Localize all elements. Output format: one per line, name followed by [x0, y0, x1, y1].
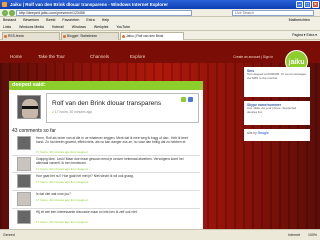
status-time: 17 hours, 40 minutes ago	[54, 110, 93, 114]
comment-text: Hoe gaat het nu? Hoe gaat het met je? Ni…	[36, 174, 134, 178]
divider	[12, 172, 200, 173]
menu-bar: Bestand Bewerken Beeld Favorieten Extra …	[0, 17, 320, 24]
web-page: Home Take the Tour Channels Explore Crea…	[0, 41, 320, 229]
menu-item-favorites[interactable]: Favorieten	[62, 18, 79, 22]
sidebar-skype-body: Use Jaiku via your phone. Supported devi…	[247, 106, 297, 114]
sidebar-skype-box: Skype name/nummer Use Jaiku via your pho…	[244, 101, 310, 125]
avatar-face	[22, 99, 38, 118]
menu-item-edit[interactable]: Bewerken	[23, 18, 39, 22]
status-text: Rolf van den Brink dlouar transparens	[52, 100, 162, 107]
comment-text: Grappig idee. Leuk! Maar doe maar gewoon…	[36, 157, 184, 166]
tab-blogger[interactable]: Blogger: Statistieken	[61, 32, 119, 40]
status-bar: Gereed Internet 100%	[0, 229, 320, 240]
address-bar: ‹ › http://deeped.jaiku.com/presence/123…	[0, 9, 320, 17]
clock-icon: ●	[52, 110, 54, 114]
links-label: Links	[3, 25, 12, 29]
comment-avatar[interactable]	[17, 174, 31, 188]
avatar[interactable]	[17, 95, 41, 119]
link-item[interactable]: Hotmail	[52, 25, 64, 29]
sidebar-sms-body: Text deeped at 0000000. Or send messages…	[247, 72, 307, 80]
nav-home[interactable]: Home	[10, 54, 22, 59]
app-icon	[2, 2, 7, 7]
star-icon[interactable]	[181, 97, 186, 102]
browser-window: Jaiku | Rolf van den Brink dlouar transp…	[0, 0, 320, 240]
window-controls: – □ ×	[296, 1, 319, 8]
minimize-icon[interactable]: –	[296, 1, 303, 8]
avatar-glasses	[22, 106, 38, 109]
window-title: Jaiku | Rolf van den Brink dlouar transp…	[10, 2, 168, 7]
menu-item-tools[interactable]: Extra	[86, 18, 94, 22]
account-links[interactable]: Create an account | Sign in	[233, 55, 273, 59]
status-meta: ● 17 hours, 40 minutes ago	[52, 110, 92, 114]
menu-item-help[interactable]: Help	[102, 18, 109, 22]
comment-meta[interactable]: 17 hours, 40 minutes ago from deeped	[36, 220, 88, 224]
link-item[interactable]: Windows Media	[19, 25, 44, 29]
comment-avatar[interactable]	[17, 136, 31, 150]
title-bar: Jaiku | Rolf van den Brink dlouar transp…	[0, 0, 320, 9]
user-said-header: deeped said:	[9, 81, 203, 90]
comment-meta[interactable]: 17 hours, 40 minutes ago from deeped	[36, 167, 88, 171]
comment-meta[interactable]: 17 hours, 40 minutes ago from deeped	[36, 180, 88, 184]
security-zone: Internet	[288, 233, 300, 237]
comment-meta[interactable]: 17 hours, 40 minutes ago from deeped	[36, 150, 88, 154]
tab-jaiku[interactable]: Jaiku | Rolf van den Brink	[120, 32, 184, 40]
status-box: Rolf van den Brink dlouar transparens ● …	[46, 93, 199, 123]
comment-text: Hmm, Rolf als broer van al die in ue wha…	[36, 136, 188, 145]
divider	[12, 208, 200, 209]
menu-item-file[interactable]: Bestand	[3, 18, 16, 22]
link-item[interactable]: Windows	[72, 25, 86, 29]
forward-icon[interactable]: ›	[9, 10, 15, 16]
url-input[interactable]: http://deeped.jaiku.com/presence/123456	[16, 10, 192, 16]
google-ads-label[interactable]: Ads by Google	[247, 131, 307, 135]
status-text-bar: Gereed	[3, 233, 15, 237]
divider	[12, 155, 200, 156]
comment-meta[interactable]: 17 hours, 40 minutes ago from deeped	[36, 198, 88, 202]
link-item[interactable]: YouTube	[116, 25, 130, 29]
comment-avatar[interactable]	[17, 157, 31, 171]
sidebar-sms-box: Sms Text deeped at 0000000. Or send mess…	[244, 67, 310, 97]
tab-rss[interactable]: RSS-feeds	[2, 32, 60, 40]
tab-tools[interactable]: Pagina ▾ Extra ▾	[292, 32, 317, 39]
ads-by-text: Ads by	[247, 131, 257, 135]
comment-avatar[interactable]	[17, 210, 31, 224]
nav-explore[interactable]: Explore	[130, 54, 145, 59]
back-icon[interactable]: ‹	[2, 10, 8, 16]
menu-item-view[interactable]: Beeld	[46, 18, 55, 22]
tabs-bar: RSS-feeds Blogger: Statistieken Jaiku | …	[0, 31, 320, 40]
comment-avatar[interactable]	[17, 192, 31, 206]
site-nav: Home Take the Tour Channels Explore Crea…	[0, 41, 320, 73]
zoom-level[interactable]: 100%	[308, 230, 317, 240]
nav-channels[interactable]: Channels	[90, 54, 109, 59]
mail-button[interactable]: Mailberichten	[289, 17, 310, 24]
presence-panel: deeped said: Rolf van den Brink dlouar t…	[9, 81, 203, 229]
search-input[interactable]: Live Search	[232, 10, 314, 16]
comment-text: Hij zit wel een interessante discussie m…	[36, 210, 138, 214]
nav-tour[interactable]: Take the Tour	[38, 54, 65, 59]
close-icon[interactable]: ×	[312, 1, 319, 8]
comment-text: Is dat niet wat voor jou?	[36, 192, 71, 196]
links-bar: Links Windows Media Hotmail Windows Werk…	[0, 24, 320, 31]
link-item[interactable]: Werkplek	[94, 25, 109, 29]
maximize-icon[interactable]: □	[304, 1, 311, 8]
comments-heading: 43 comments so far	[12, 128, 56, 134]
share-icon[interactable]	[188, 97, 193, 102]
google-logo: Google	[257, 131, 269, 135]
divider	[12, 190, 200, 191]
sidebar-ads-box: Ads by Google	[244, 129, 310, 141]
